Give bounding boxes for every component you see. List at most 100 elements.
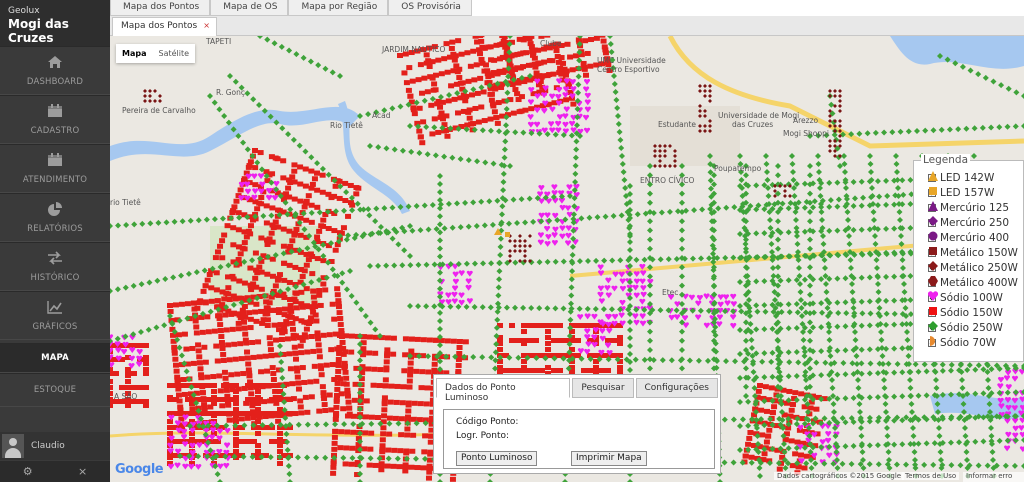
sub-tabs: Mapa dos Pontos × — [110, 16, 1024, 36]
legend-item[interactable]: Sódio 250W — [928, 321, 1003, 335]
map-place-label: Etec — [662, 288, 679, 297]
map-place-label: Mogi Shoppi — [783, 129, 829, 138]
legend-item[interactable]: Metálico 150W — [928, 246, 1018, 260]
panel-tabs: Dados do Ponto Luminoso Pesquisar Config… — [436, 378, 720, 403]
legend-hexagon-icon — [928, 276, 938, 286]
settings-gear-icon[interactable]: ⚙ — [23, 465, 33, 478]
field-codigo-ponto: Código Ponto: — [456, 417, 519, 427]
map-place-label: Acad — [372, 111, 391, 120]
legend-item[interactable]: LED 157W — [928, 186, 994, 200]
legend-item[interactable]: Mercúrio 125 — [928, 201, 1009, 215]
sidebar-item-cadastro[interactable]: CADASTRO — [0, 95, 110, 144]
report-error-link[interactable]: Informar erro no — [963, 472, 1024, 482]
pie-chart-icon — [47, 201, 63, 224]
sidebar-item-relatorios[interactable]: RELATÓRIOS — [0, 193, 110, 242]
top-tab-2[interactable]: Mapa por Região — [288, 0, 389, 16]
sidebar-item-historico[interactable]: HISTÓRICO — [0, 242, 110, 291]
sidebar-item-label: ESTOQUE — [33, 385, 77, 395]
map-place-label: Universidade de Mogi — [718, 111, 800, 120]
legend-square-icon — [929, 307, 937, 315]
legend-label: Sódio 70W — [940, 337, 997, 349]
map-type-map-button[interactable]: Mapa — [116, 44, 152, 63]
calendar-icon — [47, 103, 63, 126]
map-place-label: rio Tietê — [110, 198, 141, 207]
top-tab-0[interactable]: Mapa dos Pontos — [110, 0, 211, 16]
map-place-label: das Cruzes — [732, 120, 774, 129]
legend-item[interactable]: Sódio 100W — [928, 291, 1003, 305]
legend-label: LED 157W — [940, 187, 995, 199]
legend-item[interactable]: Sódio 70W — [928, 336, 996, 350]
panel-tab-pesquisar[interactable]: Pesquisar — [572, 378, 634, 398]
map-data-attribution: Dados cartográficos ©2015 Google — [774, 472, 905, 480]
sidebar-item-label: HISTÓRICO — [30, 272, 80, 283]
legend-label: Sódio 100W — [940, 292, 1003, 304]
calendar-icon — [47, 152, 63, 175]
terms-link[interactable]: Termos de Uso — [902, 472, 960, 480]
legend-label: Sódio 150W — [940, 307, 1003, 319]
user-name: Claudio — [31, 441, 65, 451]
legend-half-icon — [930, 336, 935, 346]
legend-label: Metálico 250W — [940, 262, 1018, 274]
point-panel: Dados do Ponto Luminoso Pesquisar Config… — [433, 374, 721, 474]
legend-item[interactable]: Metálico 250W — [928, 261, 1018, 275]
panel-tab-configuracoes[interactable]: Configurações — [635, 378, 718, 398]
imprimir-mapa-button[interactable]: Imprimir Mapa — [571, 451, 647, 466]
sidebar-item-label: GRÁFICOS — [32, 321, 78, 332]
user-avatar-icon — [2, 434, 24, 458]
sidebar-nav: DASHBOARD CADASTRO ATENDIMENTO RELATÓRIOS HI… — [0, 46, 110, 407]
map-place-label: Clube — [540, 39, 562, 48]
logout-close-icon[interactable]: × — [78, 465, 87, 478]
legend-label: Metálico 150W — [940, 247, 1018, 259]
legend-label: Sódio 250W — [940, 322, 1003, 334]
sidebar-item-atendimento[interactable]: ATENDIMENTO — [0, 144, 110, 193]
legend-diamond-icon — [928, 321, 938, 331]
legend-item[interactable]: Metálico 400W — [928, 276, 1018, 290]
tab-label: Mapa dos Pontos — [121, 21, 198, 31]
map-place-label: Pereira de Carvalho — [122, 106, 196, 115]
legend-triangle-icon — [928, 201, 938, 211]
sidebar-item-dashboard[interactable]: DASHBOARD — [0, 46, 110, 95]
map-type-satellite-button[interactable]: Satélite — [152, 44, 195, 63]
close-tab-icon[interactable]: × — [203, 21, 210, 30]
panel-body: Código Ponto: Logr. Ponto: Ponto Luminos… — [443, 409, 715, 469]
legend-panel: Legenda LED 142W LED 157W Mercúrio 125 Merc… — [913, 154, 1024, 362]
top-tabs: Mapa dos Pontos Mapa de OS Mapa por Região… — [110, 0, 1024, 16]
sidebar-item-label: RELATÓRIOS — [27, 223, 83, 234]
user-info[interactable]: Claudio — [0, 432, 110, 460]
map-canvas[interactable]: Clube UMC Universidade Centro Esportivo Uni… — [110, 36, 1024, 482]
legend-item[interactable]: Mercúrio 250 — [928, 216, 1009, 230]
sidebar-item-mapa[interactable]: MAPA — [0, 343, 110, 373]
legend-heart-icon — [928, 291, 938, 301]
panel-tab-dados[interactable]: Dados do Ponto Luminoso — [436, 378, 571, 403]
legend-label: Mercúrio 400 — [940, 232, 1010, 244]
map-place-label: A SÃO — [114, 392, 138, 401]
map-place-label: Arezzo — [793, 116, 819, 125]
sidebar-item-graficos[interactable]: GRÁFICOS — [0, 291, 110, 340]
map-place-label: JARDIM NAUTICO — [382, 45, 446, 54]
map-place-label: R. Gonç — [216, 88, 245, 97]
home-icon — [47, 55, 63, 77]
tab-mapa-dos-pontos[interactable]: Mapa dos Pontos × — [112, 17, 217, 36]
brand-company: Geolux — [8, 6, 40, 16]
legend-item[interactable]: LED 142W — [928, 171, 994, 185]
sidebar-item-label: ATENDIMENTO — [22, 174, 88, 185]
legend-item[interactable]: Sódio 150W — [928, 306, 1003, 320]
sidebar-item-label: CADASTRO — [30, 125, 80, 136]
legend-item[interactable]: Mercúrio 400 — [928, 231, 1009, 245]
ponto-luminoso-button[interactable]: Ponto Luminoso — [456, 451, 538, 466]
sidebar-footer: ⚙ × — [0, 461, 110, 482]
top-tab-3[interactable]: OS Provisória — [388, 0, 472, 16]
map-place-label: TAPETI — [206, 37, 232, 46]
line-chart-icon — [47, 300, 63, 322]
legend-label: Metálico 400W — [940, 277, 1018, 289]
google-logo: Google — [115, 462, 164, 477]
sidebar: Geolux Mogi das Cruzes DASHBOARD CADASTRO… — [0, 0, 110, 482]
legend-triangle-icon — [928, 171, 938, 181]
top-tab-1[interactable]: Mapa de OS — [210, 0, 289, 16]
brand: Geolux Mogi das Cruzes — [0, 0, 110, 46]
legend-diamond-icon — [928, 216, 938, 226]
legend-diamond-icon — [928, 261, 938, 271]
map-place-label: Poupatempo — [714, 164, 762, 173]
map-type-control: Mapa Satélite — [116, 44, 196, 63]
sidebar-item-estoque[interactable]: ESTOQUE — [0, 373, 110, 407]
